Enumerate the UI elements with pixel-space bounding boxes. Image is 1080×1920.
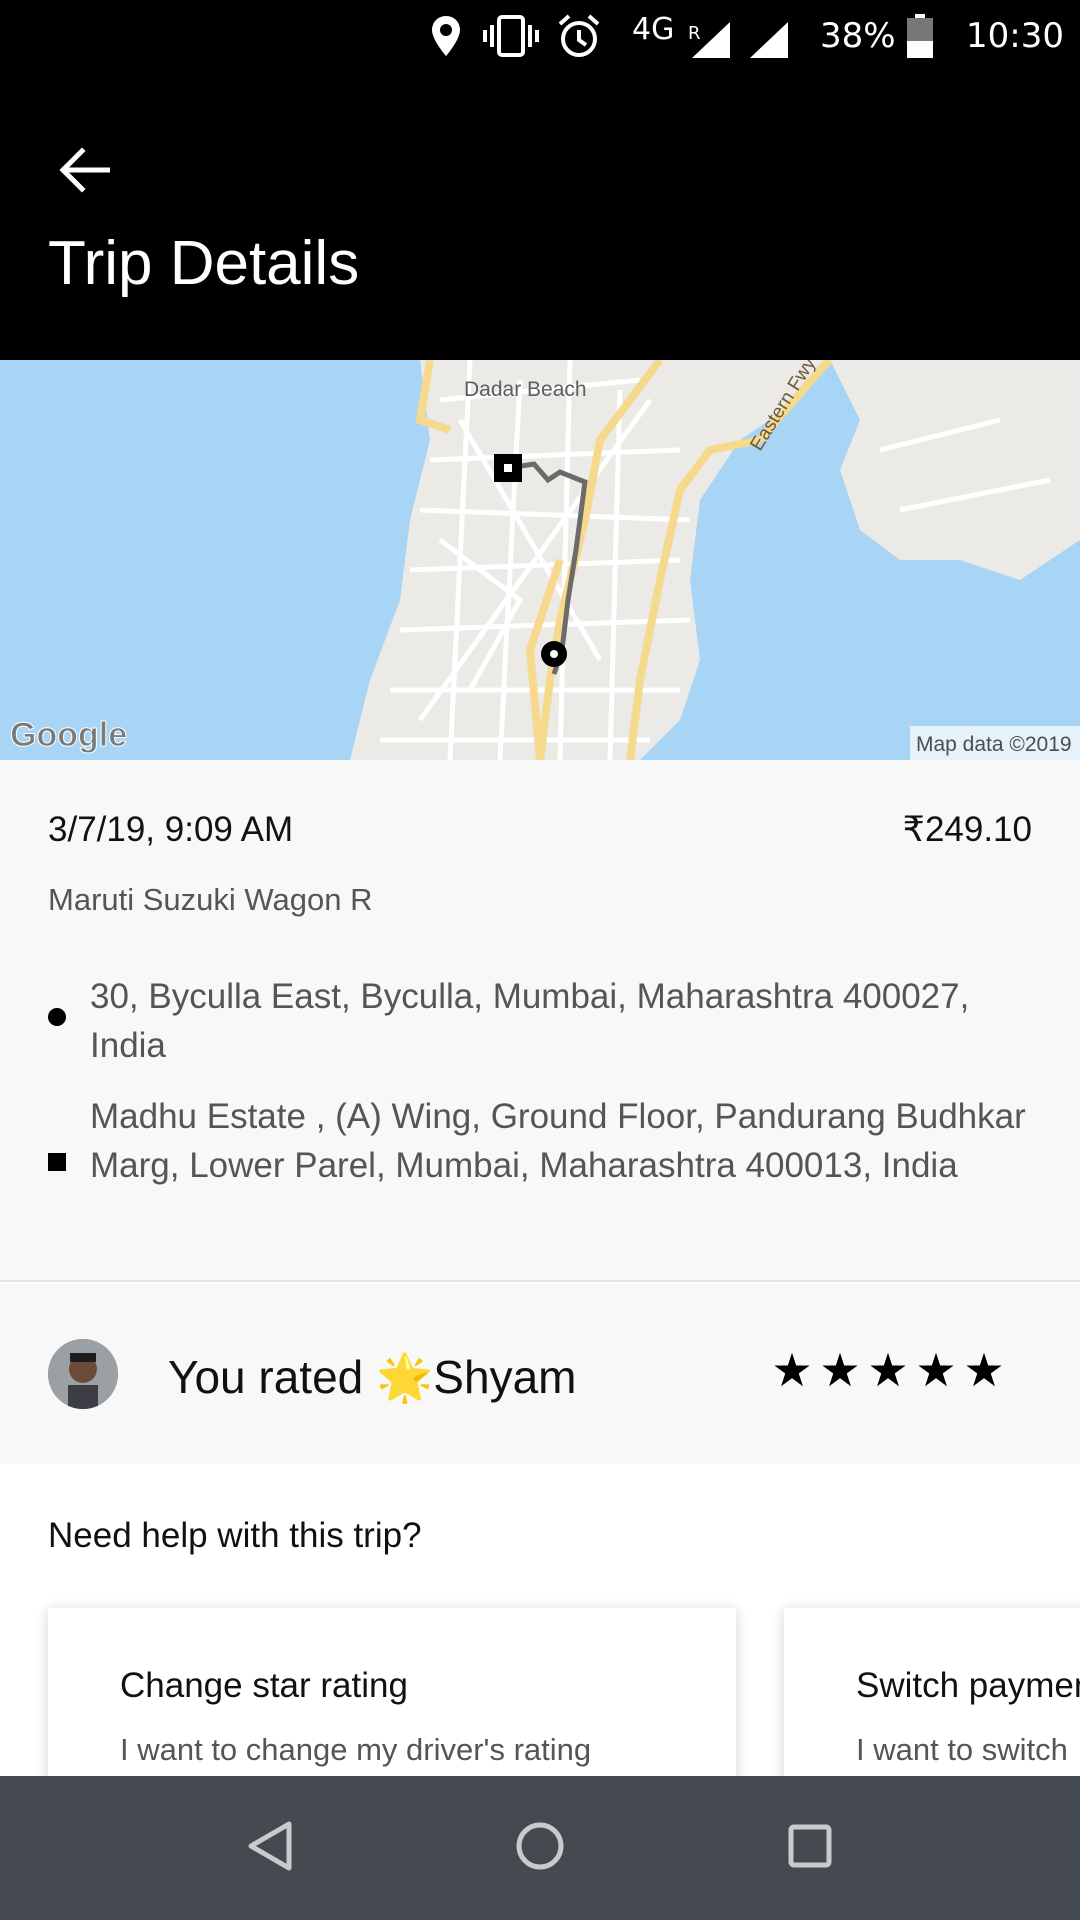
battery-percent: 38% (820, 16, 896, 56)
pickup-dot-icon (48, 1008, 66, 1026)
status-bar: 4G R 38% 10:30 (0, 0, 1080, 72)
home-circle-icon (515, 1821, 565, 1875)
help-title: Need help with this trip? (48, 1516, 422, 1555)
vehicle-name: Maruti Suzuki Wagon R (48, 882, 373, 917)
back-button[interactable] (38, 126, 130, 218)
nav-home-button[interactable] (504, 1812, 576, 1884)
star-rating: ★ ★ ★ ★ ★ (768, 1346, 1008, 1394)
help-section: Need help with this trip? Change star ra… (0, 1464, 1080, 1776)
clock: 10:30 (966, 16, 1064, 56)
help-card-title: Change star rating (120, 1666, 408, 1705)
app-bar: Trip Details (0, 72, 1080, 360)
star-icon: ★ (963, 1343, 1005, 1397)
back-triangle-icon (245, 1820, 295, 1876)
nav-back-button[interactable] (234, 1812, 306, 1884)
recents-square-icon (787, 1823, 833, 1873)
help-card-switch-payment[interactable]: Switch payment method I want to switch (784, 1608, 1080, 1776)
trip-summary: 3/7/19, 9:09 AM ₹249.10 Maruti Suzuki Wa… (0, 760, 1080, 1282)
battery-icon (906, 12, 934, 60)
map-label-dadar-beach: Dadar Beach (464, 378, 587, 401)
help-card-change-rating[interactable]: Change star rating I want to change my d… (48, 1608, 736, 1776)
page-title: Trip Details (48, 229, 360, 298)
dropoff-address: Madhu Estate , (A) Wing, Ground Floor, P… (90, 1097, 1026, 1185)
trip-price: ₹249.10 (902, 810, 1032, 849)
rated-driver-text: You rated 🌟Shyam (168, 1351, 577, 1403)
help-card-subtitle: I want to change my driver's rating (120, 1732, 592, 1767)
arrow-left-icon (58, 147, 111, 197)
help-card-subtitle: I want to switch (856, 1732, 1068, 1767)
nav-recents-button[interactable] (774, 1812, 846, 1884)
alarm-icon (556, 12, 602, 60)
star-icon: ★ (915, 1343, 957, 1397)
star-icon: ★ (819, 1343, 861, 1397)
driver-rating: You rated 🌟Shyam ★ ★ ★ ★ ★ (0, 1284, 1080, 1464)
network-type: 4G (632, 12, 675, 47)
vibrate-icon (483, 12, 539, 60)
star-icon: ★ (867, 1343, 909, 1397)
pickup-address: 30, Byculla East, Byculla, Mumbai, Mahar… (90, 977, 970, 1065)
signal-icon (690, 16, 732, 64)
location-icon (428, 12, 464, 60)
trip-map[interactable]: Dadar Beach Eastern Fwy Google Map data … (0, 360, 1080, 760)
map-attribution: Map data ©2019 (916, 733, 1072, 756)
help-card-title: Switch payment method (856, 1666, 1080, 1705)
trip-date: 3/7/19, 9:09 AM (48, 810, 294, 849)
dropoff-square-icon (48, 1153, 66, 1171)
signal-icon (748, 16, 790, 64)
system-nav-bar (0, 1776, 1080, 1920)
driver-avatar (48, 1339, 118, 1409)
star-icon: ★ (771, 1343, 813, 1397)
google-logo: Google (10, 716, 127, 754)
